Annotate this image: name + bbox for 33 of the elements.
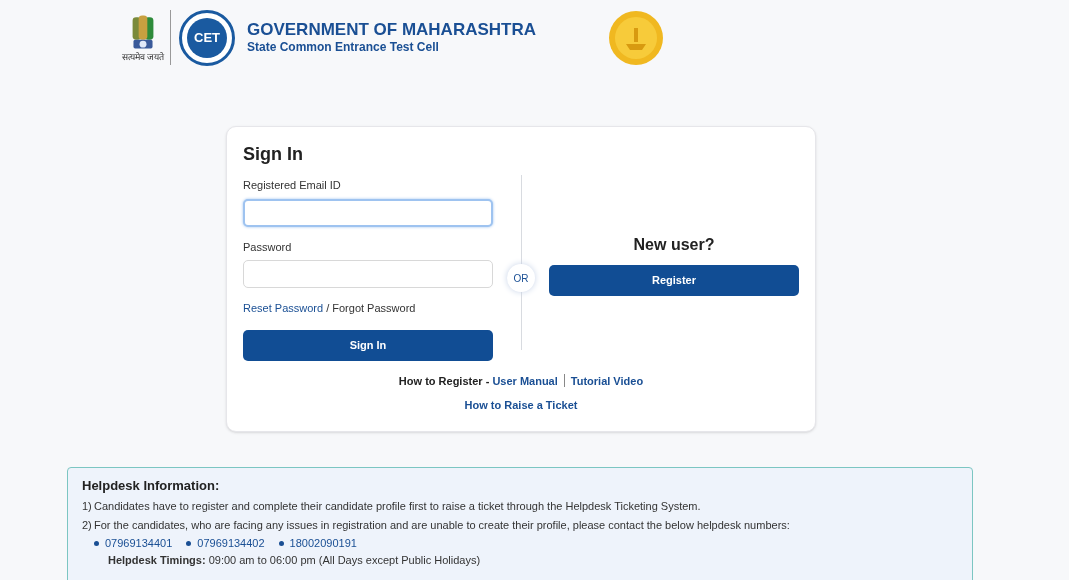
sign-in-heading: Sign In — [243, 143, 304, 165]
register-button[interactable]: Register — [549, 265, 799, 296]
reset-password-link[interactable]: Reset Password — [243, 302, 324, 314]
helpdesk-note: Candidates have to register and complete their candidate profile first to raise a ticket through the Helpdesk Ticketing System. — [94, 499, 701, 513]
header-subtitle: State Common Entrance Test Cell — [247, 40, 440, 55]
field-label: Password — [243, 239, 293, 255]
help-link[interactable]: User Manual — [492, 372, 558, 389]
emblem-caption: सत्यमेव जयते — [121, 53, 165, 62]
helpdesk-note: For the candidates, who are facing any issues in registration and are unable to create their profile, please contact the below helpdesk numbers: — [94, 518, 790, 532]
new-user-heading: New user? — [633, 235, 715, 255]
bullet-icon — [186, 540, 192, 546]
help-link[interactable]: Tutorial Video — [570, 372, 644, 389]
helpdesk-heading: Helpdesk Information: — [82, 478, 221, 494]
field-label: Registered Email ID — [243, 178, 342, 193]
list-marker: 2) — [82, 518, 93, 532]
phone-link[interactable]: 07969134402 — [197, 536, 265, 550]
seal-icon — [608, 9, 664, 66]
cet-logo: CET — [179, 9, 235, 66]
emblem-icon — [130, 13, 156, 51]
how-to-register-label: How to Register - — [398, 373, 491, 389]
or-badge: OR — [507, 264, 535, 292]
phone-link[interactable]: 07969134401 — [105, 536, 173, 550]
bullet-icon — [94, 540, 99, 546]
phone-link[interactable]: 18002090191 — [289, 536, 357, 550]
list-marker: 1) — [82, 499, 93, 513]
helpdesk-timings: Helpdesk Timings: 09:00 am to 06:00 pm (All Days except Public Holidays) — [108, 553, 482, 567]
forgot-password-text: / Forgot Password — [325, 302, 416, 314]
bullet-icon — [278, 540, 284, 546]
input-field[interactable] — [243, 198, 493, 227]
input-field[interactable] — [243, 260, 493, 288]
header-title: GOVERNMENT OF MAHARASHTRA — [247, 20, 536, 40]
sign-in-button[interactable]: Sign In — [243, 329, 493, 361]
raise-ticket-link[interactable]: How to Raise a Ticket — [464, 397, 578, 414]
